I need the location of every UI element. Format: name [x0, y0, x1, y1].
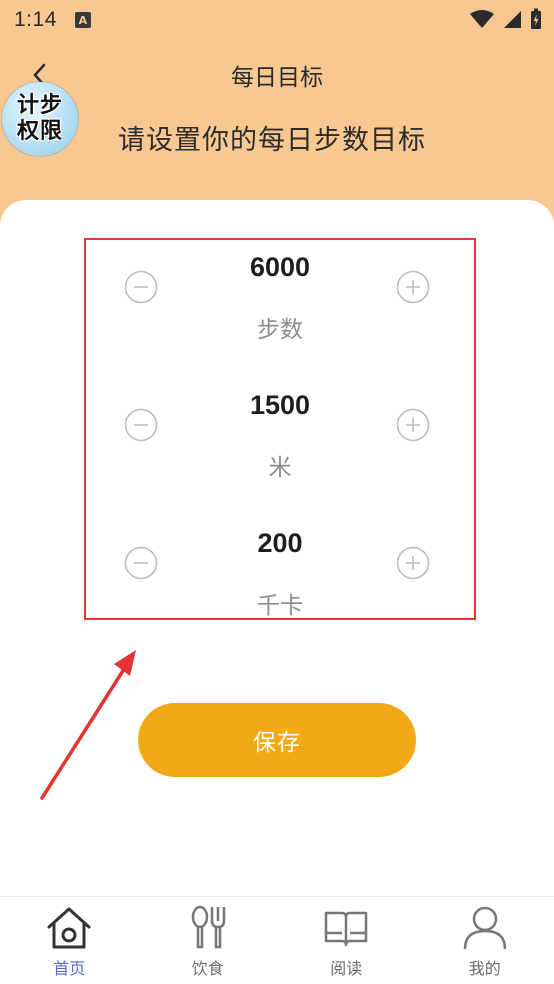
status-icons	[470, 8, 542, 30]
user-icon	[463, 906, 506, 950]
status-time: 1:14	[14, 8, 57, 31]
badge-line1: 计步	[16, 93, 63, 118]
bottom-nav: 首页 饮食 阅读 我的	[0, 896, 554, 984]
book-icon	[325, 911, 368, 947]
badge-line2: 权限	[16, 119, 63, 144]
nav-label-diet: 饮食	[191, 959, 224, 978]
nav-label-profile: 我的	[468, 959, 501, 978]
signal-icon	[504, 11, 521, 28]
increase-calories-button[interactable]	[396, 546, 430, 580]
page-subtitle: 请设置你的每日步数目标	[118, 125, 426, 156]
steps-unit: 步数	[257, 317, 303, 343]
nav-label-reading: 阅读	[330, 959, 363, 978]
home-icon	[47, 907, 91, 949]
increase-steps-button[interactable]	[396, 270, 430, 304]
goal-row-distance: 1500 米	[86, 382, 474, 502]
notification-a-icon: A	[74, 12, 91, 28]
wifi-icon	[470, 10, 494, 28]
goal-picker-highlight: 6000 步数 1500 米 200 千卡	[84, 238, 476, 620]
nav-label-home: 首页	[53, 959, 86, 978]
goal-row-calories: 200 千卡	[86, 520, 474, 640]
header: 每日目标 计步 权限 请设置你的每日步数目标	[0, 40, 554, 200]
nav-item-reading[interactable]: 阅读	[277, 897, 416, 984]
goal-card: 6000 步数 1500 米 200 千卡 保存	[0, 200, 554, 896]
calories-unit: 千卡	[257, 593, 303, 619]
step-permission-badge[interactable]: 计步 权限	[2, 82, 78, 156]
nav-item-home[interactable]: 首页	[0, 897, 139, 984]
save-button[interactable]: 保存	[138, 703, 416, 777]
red-arrow-annotation	[40, 650, 136, 800]
nav-item-profile[interactable]: 我的	[416, 897, 554, 984]
battery-icon	[531, 8, 541, 29]
nav-item-diet[interactable]: 饮食	[139, 897, 278, 984]
goal-row-steps: 6000 步数	[86, 244, 474, 364]
utensils-icon	[191, 905, 225, 949]
distance-unit: 米	[268, 455, 292, 481]
status-bar: 1:14 A	[0, 0, 554, 40]
page-title: 每日目标	[231, 65, 323, 91]
increase-distance-button[interactable]	[396, 408, 430, 442]
